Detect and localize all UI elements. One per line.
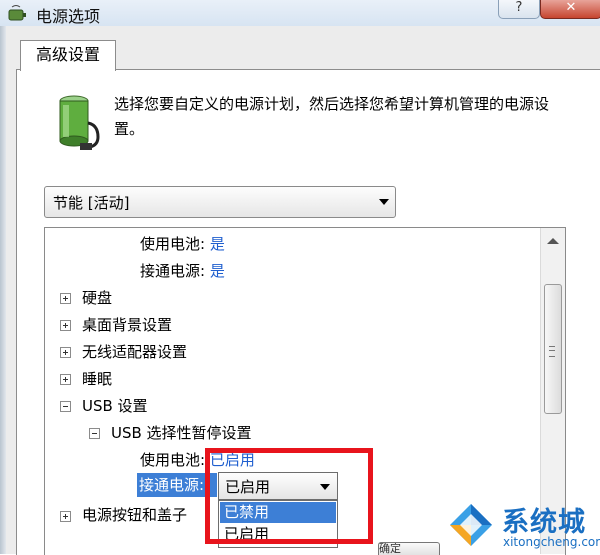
expand-icon[interactable] xyxy=(60,347,71,358)
battery-value[interactable]: 是 xyxy=(210,235,225,253)
watermark-logo-icon xyxy=(450,504,492,546)
tree-item-wireless-adapter[interactable]: 无线适配器设置 xyxy=(82,341,187,363)
tab-advanced-settings[interactable]: 高级设置 xyxy=(20,40,116,71)
close-button[interactable]: ✕ xyxy=(540,0,600,19)
collapse-icon[interactable] xyxy=(60,401,71,412)
plugged-value[interactable]: 是 xyxy=(210,262,225,280)
window-title: 电源选项 xyxy=(36,7,101,26)
expand-icon[interactable] xyxy=(60,320,71,331)
tree-item-sleep[interactable]: 睡眠 xyxy=(82,368,112,390)
tree-item-usb[interactable]: USB 设置 xyxy=(82,395,148,417)
tree-battery-row[interactable]: 使用电池: 是 xyxy=(140,233,225,255)
title-bar: 电源选项 ? ✕ xyxy=(0,0,600,26)
usb-battery-label: 使用电池: xyxy=(140,451,206,469)
plugged-label: 接通电源: xyxy=(140,262,206,280)
tree-item-desktop-background[interactable]: 桌面背景设置 xyxy=(82,314,172,336)
power-plan-icon xyxy=(8,5,26,21)
power-plan-selected: 节能 [活动] xyxy=(53,194,130,212)
watermark-name: 系统城 xyxy=(502,507,586,538)
expand-icon[interactable] xyxy=(60,293,71,304)
tree-item-usb-selective-suspend[interactable]: USB 选择性暂停设置 xyxy=(111,422,252,444)
window-border xyxy=(0,26,6,554)
expand-icon[interactable] xyxy=(60,511,71,522)
battery-plug-icon xyxy=(59,95,100,150)
battery-label: 使用电池: xyxy=(140,235,206,253)
tree-item-power-buttons[interactable]: 电源按钮和盖子 xyxy=(82,504,187,526)
tree-item-hard-disk[interactable]: 硬盘 xyxy=(82,287,112,309)
watermark-url: xitongcheng.com xyxy=(503,535,600,549)
grip-icon xyxy=(549,346,555,357)
ok-button[interactable]: 确定 xyxy=(378,542,440,555)
help-button[interactable]: ? xyxy=(498,0,540,19)
collapse-icon[interactable] xyxy=(89,428,100,439)
plan-description: 选择您要自定义的电源计划，然后选择您希望计算机管理的电源设置。 xyxy=(114,95,550,138)
chevron-down-icon xyxy=(379,199,389,205)
power-plan-select[interactable]: 节能 [活动] xyxy=(44,186,396,218)
tree-plugged-row[interactable]: 接通电源: 是 xyxy=(140,260,225,282)
annotation-highlight-box xyxy=(205,448,373,544)
scroll-up-icon[interactable] xyxy=(547,238,559,244)
expand-icon[interactable] xyxy=(60,374,71,385)
